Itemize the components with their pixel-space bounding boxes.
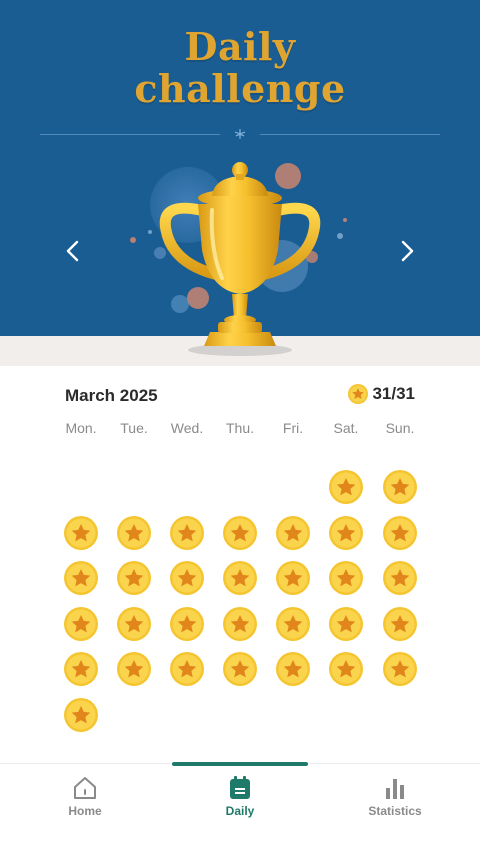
calendar-day-star[interactable]: [276, 515, 310, 550]
star-coin-icon: [383, 561, 417, 595]
star-coin-icon: [117, 606, 151, 641]
month-label: March 2025: [65, 386, 158, 405]
star-coin-icon: [64, 515, 98, 550]
calendar-day-star[interactable]: [170, 606, 204, 641]
star-coin-icon: [348, 384, 369, 404]
star-coin-icon: [383, 606, 417, 641]
weekday-label: Sun.: [385, 420, 415, 436]
star-coin-icon: [383, 470, 417, 504]
calendar-day-star[interactable]: [64, 606, 98, 641]
calendar-day-star[interactable]: [329, 470, 363, 504]
score-badge: 31/31: [348, 384, 415, 404]
weekday-header: Mon. Tue. Wed. Thu. Fri. Sat. Sun.: [0, 420, 480, 440]
star-coin-icon: [276, 515, 310, 550]
calendar-day-star[interactable]: [117, 515, 151, 550]
star-coin-icon: [170, 606, 204, 641]
calendar-day-star[interactable]: [64, 697, 98, 732]
tab-statistics[interactable]: Statistics: [335, 774, 455, 834]
calendar-day-star[interactable]: [329, 652, 363, 686]
tab-home[interactable]: Home: [25, 774, 145, 834]
star-coin-icon: [383, 515, 417, 550]
page-title: Daily challenge: [0, 26, 480, 110]
star-coin-icon: [383, 652, 417, 686]
calendar-day-star[interactable]: [64, 652, 98, 686]
star-coin-icon: [170, 561, 204, 595]
weekday-label: Mon.: [65, 420, 97, 436]
calendar-day-star[interactable]: [170, 652, 204, 686]
calendar-header: March 2025 31/31: [0, 380, 480, 412]
title-line-2: challenge: [134, 66, 346, 111]
calendar-day-star[interactable]: [383, 606, 417, 641]
calendar-day-star[interactable]: [276, 561, 310, 595]
calendar-day-star[interactable]: [276, 652, 310, 686]
calendar-day-star[interactable]: [276, 606, 310, 641]
chevron-left-icon: [66, 240, 79, 262]
calendar-day-star[interactable]: [170, 515, 204, 550]
calendar-day-star[interactable]: [117, 652, 151, 686]
star-coin-icon: [276, 652, 310, 686]
star-coin-icon: [329, 652, 363, 686]
calendar-day-star[interactable]: [223, 561, 257, 595]
calendar-day-star[interactable]: [329, 515, 363, 550]
active-tab-indicator: [172, 762, 308, 766]
tab-daily-label: Daily: [225, 804, 255, 818]
tab-daily[interactable]: Daily: [180, 774, 300, 834]
weekday-label: Sat.: [333, 420, 359, 436]
star-coin-icon: [223, 652, 257, 686]
calendar-day-star[interactable]: [383, 470, 417, 504]
star-coin-icon: [329, 470, 363, 504]
star-coin-icon: [276, 606, 310, 641]
star-coin-icon: [64, 652, 98, 686]
star-coin-icon: [64, 606, 98, 641]
calendar-day-star[interactable]: [170, 561, 204, 595]
calendar-day-star[interactable]: [117, 561, 151, 595]
star-coin-icon: [223, 561, 257, 595]
star-coin-icon: [117, 515, 151, 550]
ornament-icon: [234, 129, 246, 139]
calendar-icon: [230, 776, 250, 799]
weekday-label: Thu.: [225, 420, 254, 436]
star-coin-icon: [117, 652, 151, 686]
star-coin-icon: [329, 515, 363, 550]
calendar-day-star[interactable]: [383, 515, 417, 550]
star-coin-icon: [223, 515, 257, 550]
bar-chart-icon: [386, 779, 404, 799]
trophy-icon: [159, 162, 321, 356]
star-coin-icon: [64, 697, 98, 732]
star-coin-icon: [64, 561, 98, 595]
calendar-day-star[interactable]: [329, 606, 363, 641]
title-divider: [40, 129, 440, 139]
home-icon: [74, 777, 96, 799]
calendar-day-star[interactable]: [117, 606, 151, 641]
calendar-day-star[interactable]: [383, 652, 417, 686]
calendar-day-star[interactable]: [383, 561, 417, 595]
bottom-navigation: Home Daily Statistics: [0, 762, 480, 853]
weekday-label: Fri.: [282, 420, 304, 436]
weekday-label: Tue.: [120, 420, 148, 436]
calendar-day-star[interactable]: [329, 561, 363, 595]
tab-statistics-label: Statistics: [368, 804, 422, 818]
next-month-button[interactable]: [392, 236, 422, 266]
star-coin-icon: [329, 606, 363, 641]
calendar-day-star[interactable]: [223, 606, 257, 641]
chevron-right-icon: [401, 240, 414, 262]
calendar-day-star[interactable]: [64, 561, 98, 595]
star-coin-icon: [170, 652, 204, 686]
star-coin-icon: [117, 561, 151, 595]
calendar-day-star[interactable]: [223, 515, 257, 550]
title-line-1: Daily: [184, 24, 296, 69]
score-text: 31/31: [372, 384, 415, 403]
previous-month-button[interactable]: [58, 236, 88, 266]
star-coin-icon: [276, 561, 310, 595]
star-coin-icon: [329, 561, 363, 595]
star-coin-icon: [170, 515, 204, 550]
tab-home-label: Home: [68, 804, 102, 818]
calendar-day-star[interactable]: [223, 652, 257, 686]
star-coin-icon: [223, 606, 257, 641]
weekday-label: Wed.: [170, 420, 204, 436]
calendar-day-star[interactable]: [64, 515, 98, 550]
